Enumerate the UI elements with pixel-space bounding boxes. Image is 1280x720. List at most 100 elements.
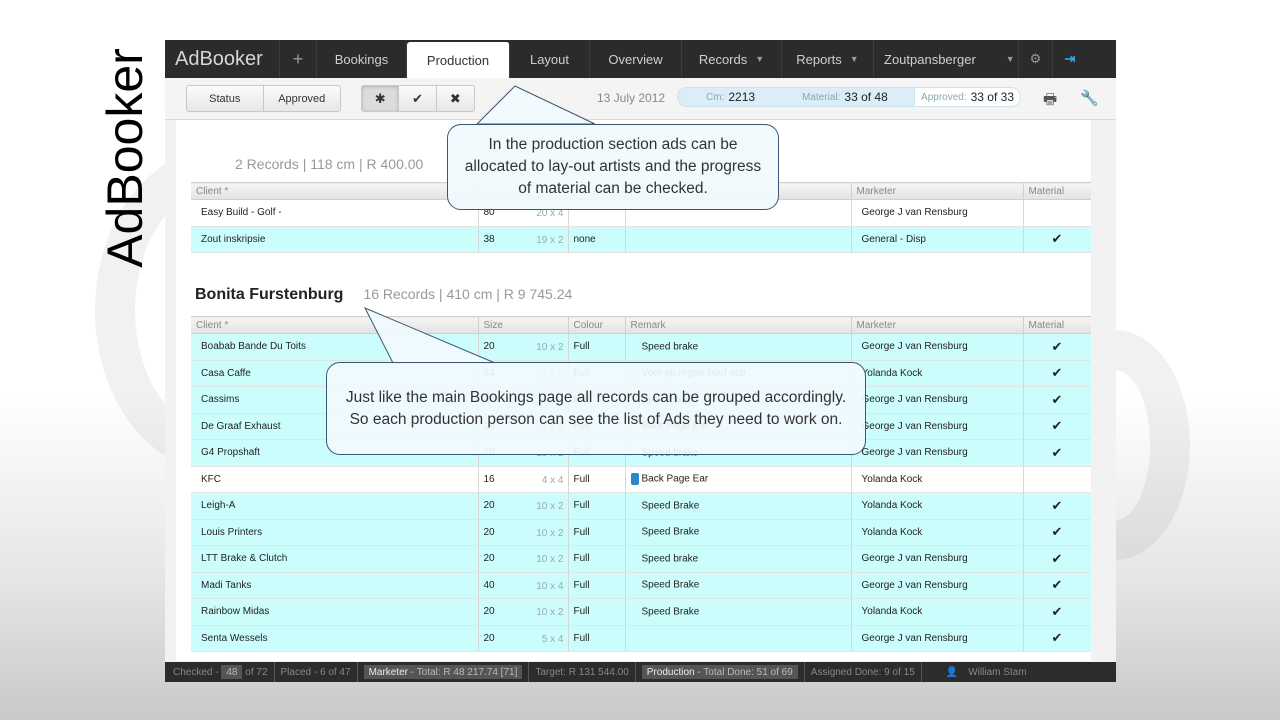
callout-grouping: Just like the main Bookings page all rec… <box>326 362 866 455</box>
nav-records[interactable]: Records ▼ <box>682 40 782 78</box>
target-stat: Target: R 131 544.00 <box>529 662 636 682</box>
material-check-icon[interactable]: ✔ <box>1023 572 1091 599</box>
column-header-client[interactable]: Client * <box>191 316 479 334</box>
approved-stat: Approved: 33 of 33 <box>914 88 1020 106</box>
colour-cell: Full <box>568 492 626 520</box>
filter-all-button[interactable]: ✱ <box>362 86 400 111</box>
dimension-label: 10 x 4 <box>536 580 564 592</box>
dimension-label: 4 x 4 <box>541 474 564 486</box>
material-check-icon[interactable]: ✔ <box>1023 226 1091 253</box>
size-cell: 2010 x 2 <box>478 333 569 361</box>
table-row[interactable]: Leigh-A 20 10 x 2 Full Speed Brake Yolanda Ko… <box>191 492 1091 520</box>
colour-cell: Full <box>568 519 626 546</box>
table-row[interactable]: Madi Tanks 40 10 x 4 Full Speed Brake George … <box>191 572 1091 599</box>
client-cell: Zout inskripsie <box>191 226 479 253</box>
marketer-cell: George J van Rensburg <box>851 545 1024 573</box>
filter-done-button[interactable]: ✔ <box>399 86 437 111</box>
group-summary: 16 Records | 410 cm | R 9 745.24 <box>363 286 573 302</box>
material-check-icon[interactable]: ✔ <box>1023 360 1091 387</box>
remark-cell: Speed Brake <box>625 572 852 599</box>
client-cell: Madi Tanks <box>191 572 479 599</box>
colour-cell: Full <box>568 333 626 361</box>
nav-publication[interactable]: Zoutpansberger ▼ <box>874 40 1018 78</box>
table-row[interactable]: Rainbow Midas 20 10 x 2 Full Speed Brake Yola… <box>191 598 1091 626</box>
marketer-stat: Marketer - Total: R 48 217.74 [71] <box>358 662 530 682</box>
client-cell: Louis Printers <box>191 519 479 546</box>
client-cell: Senta Wessels <box>191 625 479 652</box>
remark-cell <box>625 226 852 253</box>
column-header-colour[interactable]: Colour <box>568 316 626 334</box>
marketer-cell: George J van Rensburg <box>851 413 1024 440</box>
group-header: Bonita Furstenburg 16 Records | 410 cm |… <box>195 286 572 314</box>
client-cell: Rainbow Midas <box>191 598 479 626</box>
size-cell: 164 x 4 <box>478 466 569 493</box>
material-check-icon[interactable]: ✔ <box>1023 386 1091 414</box>
column-header-marketer[interactable]: Marketer <box>851 316 1024 334</box>
dimension-label: 10 x 2 <box>536 527 564 539</box>
material-check-icon[interactable]: ✔ <box>1023 625 1091 652</box>
dimension-label: 5 x 4 <box>541 633 564 645</box>
remark-cell: Speed Brake <box>625 519 852 546</box>
gear-icon[interactable]: ⚙ <box>1018 40 1052 78</box>
material-check-icon[interactable]: ✔ <box>1023 598 1091 626</box>
size-cell: 2010 x 2 <box>478 598 569 626</box>
nav-reports[interactable]: Reports ▼ <box>782 40 874 78</box>
dimension-label: 10 x 2 <box>536 342 564 353</box>
nav-overview[interactable]: Overview <box>590 40 682 78</box>
column-header-marketer[interactable]: Marketer <box>851 182 1024 200</box>
marketer-cell: Yolanda Kock <box>851 492 1024 520</box>
marketer-cell: Yolanda Kock <box>851 598 1024 626</box>
remark-cell <box>625 625 852 652</box>
material-check-icon[interactable]: ✔ <box>1023 545 1091 573</box>
material-check-icon[interactable] <box>1023 466 1091 493</box>
approved-button[interactable]: Approved <box>264 86 341 111</box>
material-check-icon[interactable]: ✔ <box>1023 492 1091 520</box>
material-check-icon[interactable]: ✔ <box>1023 439 1091 467</box>
table-row[interactable]: Louis Printers 20 10 x 2 Full Speed Brake Yol… <box>191 519 1091 546</box>
marketer-cell: George J van Rensburg <box>851 386 1024 414</box>
colour-cell: Full <box>568 625 626 652</box>
colour-cell: none <box>568 226 626 253</box>
size-cell: 2010 x 2 <box>478 545 569 573</box>
stats-bar: Cm: 2213 Material: 33 of 48 Approved: 33 of… <box>677 87 1021 107</box>
material-check-icon[interactable] <box>1023 199 1091 227</box>
material-check-icon[interactable]: ✔ <box>1023 333 1091 361</box>
column-header-material[interactable]: Material <box>1023 316 1091 334</box>
callout-production: In the production section ads can be all… <box>447 124 779 210</box>
edition-date: 13 July 2012 <box>597 91 666 105</box>
exit-icon[interactable]: ⇥ <box>1052 40 1087 78</box>
status-button[interactable]: Status <box>187 86 264 111</box>
add-booking-button[interactable]: + <box>280 40 317 78</box>
client-cell: KFC <box>191 466 479 493</box>
nav-production[interactable]: Production <box>407 42 510 78</box>
table-row[interactable]: Zout inskripsie 38 19 x 2 none General - Dis… <box>191 226 1091 253</box>
marketer-cell: George J van Rensburg <box>851 625 1024 652</box>
nav-bookings[interactable]: Bookings <box>317 40 407 78</box>
size-cell: 20 5 x 4 <box>478 625 569 652</box>
table-row[interactable]: Senta Wessels 20 5 x 4 Full George J van Ren… <box>191 625 1091 652</box>
slide-title: AdBooker <box>97 47 153 268</box>
wrench-icon[interactable]: 🔧 <box>1080 89 1099 107</box>
marketer-cell: George J van Rensburg <box>851 439 1024 467</box>
user-info[interactable]: 👤 William Stam <box>922 662 1033 682</box>
table-row[interactable]: KFC 16 4 x 4 Full Back Page Ear Yolanda Kock <box>191 466 1091 493</box>
group-summary: 2 Records | 118 cm | R 400.00 <box>235 156 424 172</box>
marketer-cell: George J van Rensburg <box>851 333 1024 361</box>
chevron-down-icon: ▼ <box>755 54 765 64</box>
column-header-size[interactable]: Size <box>478 316 569 334</box>
filter-missing-button[interactable]: ✖ <box>437 86 474 111</box>
column-header-client[interactable]: Client * <box>191 182 479 200</box>
table-row[interactable]: LTT Brake & Clutch 20 10 x 2 Full Speed brak… <box>191 545 1091 573</box>
column-header-remark[interactable]: Remark <box>625 316 852 334</box>
column-header-material[interactable]: Material <box>1023 182 1091 200</box>
size-cell: 2010 x 2 <box>478 492 569 520</box>
material-check-icon[interactable]: ✔ <box>1023 413 1091 440</box>
print-icon[interactable]: 🖶 <box>1043 89 1057 114</box>
note-flag-icon <box>630 473 639 486</box>
nav-layout[interactable]: Layout <box>510 40 590 78</box>
table-row[interactable]: Boabab Bande Du Toits 20 10 x 2 Full Speed b… <box>191 333 1091 361</box>
material-check-icon[interactable]: ✔ <box>1023 519 1091 546</box>
brand-logo[interactable]: AdBooker <box>165 40 280 78</box>
remark-cell: Speed Brake <box>625 598 852 626</box>
app-window: AdBooker + Bookings Production Layout Ov… <box>165 40 1116 682</box>
